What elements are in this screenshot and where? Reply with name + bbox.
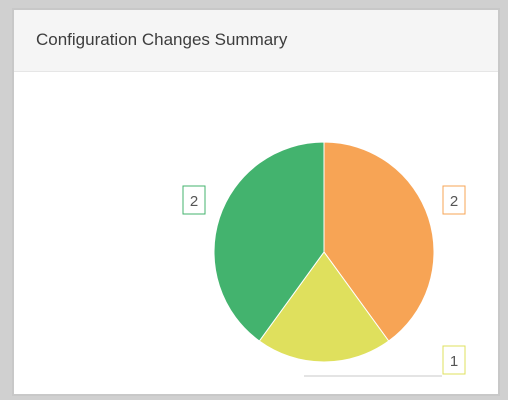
configuration-changes-panel: Configuration Changes Summary 2 1 2 [12,8,500,396]
slice-value-text: 2 [190,193,198,210]
slice-value-text: 2 [450,193,458,210]
panel-header: Configuration Changes Summary [14,10,498,72]
chart-area: 2 1 2 [14,72,498,394]
slice-data-label: 2 [182,185,206,215]
slice-value-text: 1 [450,353,458,370]
pie-chart: 2 1 2 [182,141,466,377]
slice-data-label: 1 [442,345,466,375]
panel-title: Configuration Changes Summary [36,30,288,49]
slice-data-label: 2 [442,185,466,215]
